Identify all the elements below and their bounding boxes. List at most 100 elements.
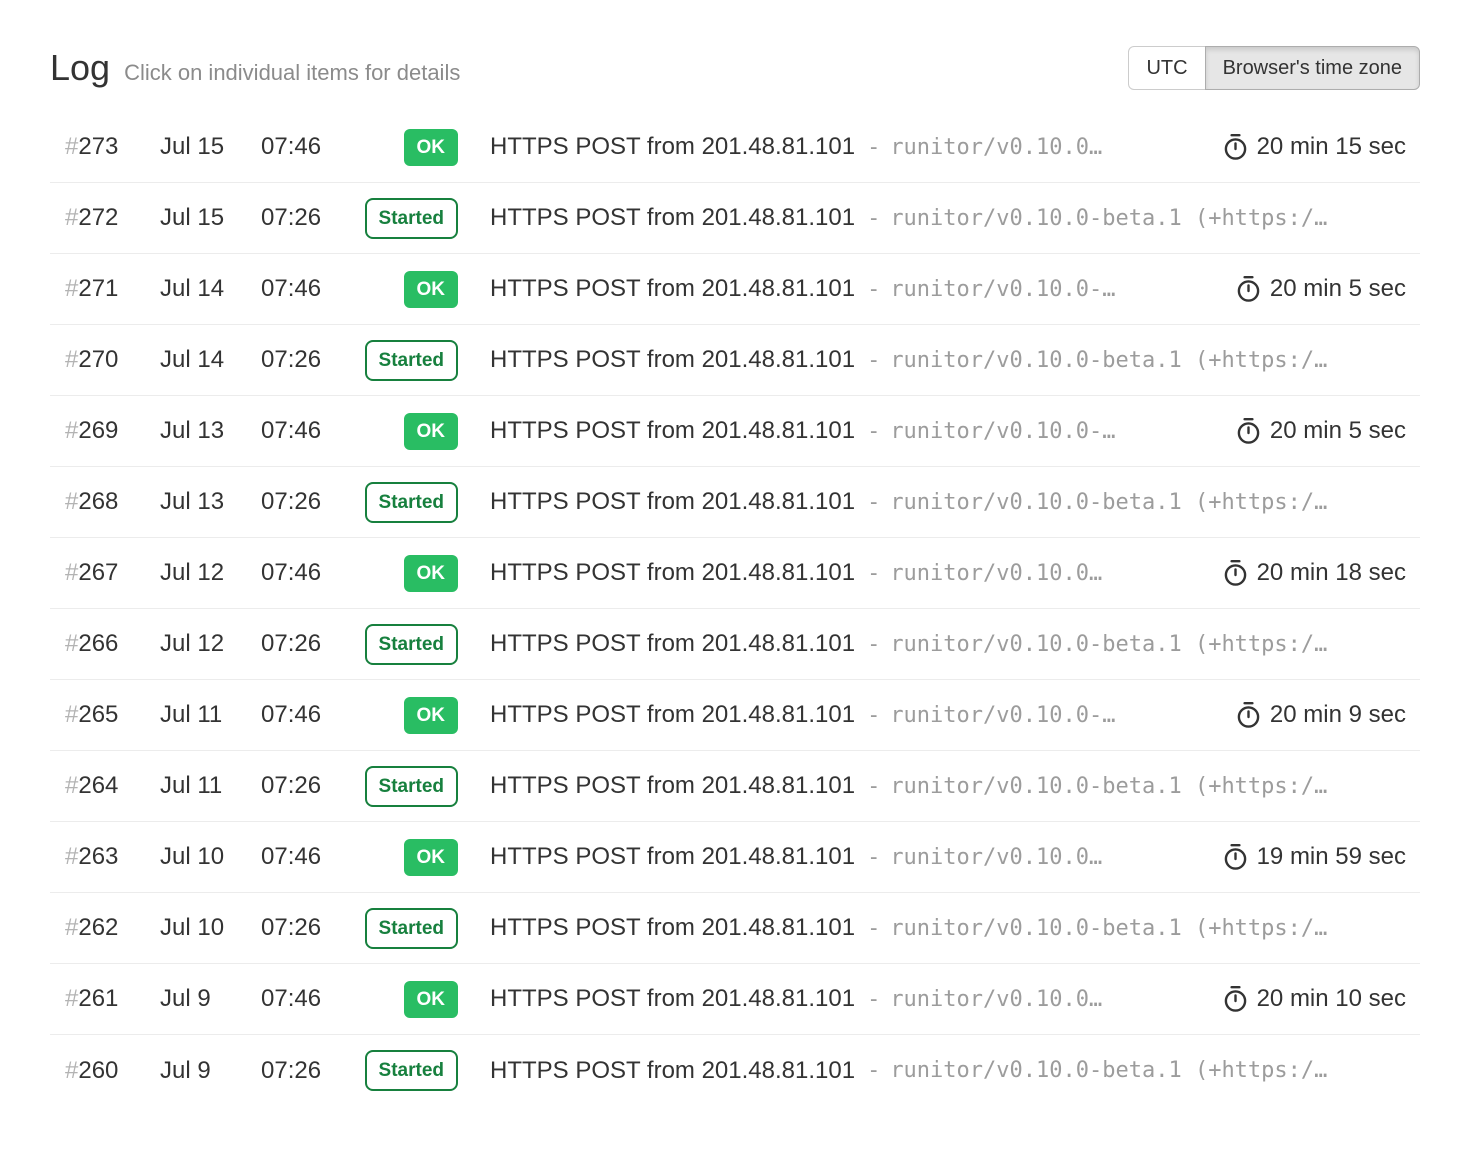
event-summary: HTTPS POST from 201.48.81.101 - runitor/… bbox=[490, 346, 1406, 374]
status-badge: OK bbox=[404, 129, 459, 166]
event-separator: - bbox=[867, 845, 880, 870]
event-id: #260 bbox=[65, 1057, 160, 1085]
event-time: 07:46 bbox=[261, 133, 353, 161]
event-date: Jul 10 bbox=[160, 843, 261, 871]
event-id-hash: # bbox=[65, 985, 78, 1012]
log-row[interactable]: #267 Jul 12 07:46 OK HTTPS POST from 201… bbox=[50, 538, 1420, 609]
event-separator: - bbox=[867, 987, 880, 1012]
event-separator: - bbox=[867, 135, 880, 160]
log-row[interactable]: #270 Jul 14 07:26 Started HTTPS POST fro… bbox=[50, 325, 1420, 396]
event-id: #261 bbox=[65, 985, 160, 1013]
event-id: #265 bbox=[65, 701, 160, 729]
event-duration: 19 min 59 sec bbox=[1199, 843, 1406, 871]
log-row[interactable]: #261 Jul 9 07:46 OK HTTPS POST from 201.… bbox=[50, 964, 1420, 1035]
event-id-number: 272 bbox=[78, 204, 118, 231]
event-id-hash: # bbox=[65, 417, 78, 444]
event-agent: runitor/v0.10.0… bbox=[890, 135, 1102, 160]
log-row[interactable]: #269 Jul 13 07:46 OK HTTPS POST from 201… bbox=[50, 396, 1420, 467]
event-summary: HTTPS POST from 201.48.81.101 - runitor/… bbox=[490, 843, 1406, 871]
status-badge-cell: Started bbox=[353, 1050, 458, 1091]
log-row[interactable]: #264 Jul 11 07:26 Started HTTPS POST fro… bbox=[50, 751, 1420, 822]
event-id-number: 263 bbox=[78, 843, 118, 870]
log-row[interactable]: #263 Jul 10 07:46 OK HTTPS POST from 201… bbox=[50, 822, 1420, 893]
event-id-number: 268 bbox=[78, 488, 118, 515]
duration-text: 20 min 9 sec bbox=[1270, 701, 1406, 729]
status-badge: OK bbox=[404, 981, 459, 1018]
event-id: #264 bbox=[65, 772, 160, 800]
event-separator: - bbox=[867, 561, 880, 586]
event-date: Jul 9 bbox=[160, 1057, 261, 1085]
event-agent: runitor/v0.10.0-beta.1 (+https:/… bbox=[890, 490, 1327, 515]
event-id: #273 bbox=[65, 133, 160, 161]
event-id: #266 bbox=[65, 630, 160, 658]
event-separator: - bbox=[867, 774, 880, 799]
event-id-hash: # bbox=[65, 346, 78, 373]
event-date: Jul 11 bbox=[160, 701, 261, 729]
event-date: Jul 12 bbox=[160, 559, 261, 587]
event-id-hash: # bbox=[65, 1057, 78, 1084]
event-agent: runitor/v0.10.0-… bbox=[890, 277, 1115, 302]
event-date: Jul 11 bbox=[160, 772, 261, 800]
timezone-utc-button[interactable]: UTC bbox=[1128, 46, 1205, 90]
status-badge: OK bbox=[404, 271, 459, 308]
status-badge-cell: OK bbox=[353, 697, 458, 734]
log-row[interactable]: #268 Jul 13 07:26 Started HTTPS POST fro… bbox=[50, 467, 1420, 538]
timezone-browser-button[interactable]: Browser's time zone bbox=[1205, 46, 1420, 90]
event-id: #272 bbox=[65, 204, 160, 232]
status-badge: Started bbox=[365, 624, 458, 665]
log-row[interactable]: #273 Jul 15 07:46 OK HTTPS POST from 201… bbox=[50, 112, 1420, 183]
event-separator: - bbox=[867, 419, 880, 444]
duration-text: 20 min 15 sec bbox=[1257, 133, 1406, 161]
event-id-number: 261 bbox=[78, 985, 118, 1012]
event-id: #263 bbox=[65, 843, 160, 871]
event-agent: runitor/v0.10.0-beta.1 (+https:/… bbox=[890, 1058, 1327, 1083]
event-duration: 20 min 9 sec bbox=[1212, 701, 1406, 729]
event-description: HTTPS POST from 201.48.81.101 bbox=[490, 701, 855, 729]
event-date: Jul 10 bbox=[160, 914, 261, 942]
event-summary: HTTPS POST from 201.48.81.101 - runitor/… bbox=[490, 772, 1406, 800]
event-summary: HTTPS POST from 201.48.81.101 - runitor/… bbox=[490, 985, 1406, 1013]
event-id-number: 267 bbox=[78, 559, 118, 586]
stopwatch-icon bbox=[1223, 843, 1248, 871]
event-duration: 20 min 15 sec bbox=[1199, 133, 1406, 161]
page-header: Log Click on individual items for detail… bbox=[50, 46, 1420, 90]
event-time: 07:26 bbox=[261, 1057, 353, 1085]
status-badge-cell: Started bbox=[353, 198, 458, 239]
event-id-hash: # bbox=[65, 772, 78, 799]
event-date: Jul 15 bbox=[160, 204, 261, 232]
event-agent: runitor/v0.10.0… bbox=[890, 561, 1102, 586]
event-id-number: 269 bbox=[78, 417, 118, 444]
log-row[interactable]: #272 Jul 15 07:26 Started HTTPS POST fro… bbox=[50, 183, 1420, 254]
status-badge-cell: Started bbox=[353, 340, 458, 381]
event-summary: HTTPS POST from 201.48.81.101 - runitor/… bbox=[490, 133, 1406, 161]
event-date: Jul 14 bbox=[160, 275, 261, 303]
event-id-hash: # bbox=[65, 630, 78, 657]
event-id: #271 bbox=[65, 275, 160, 303]
log-row[interactable]: #262 Jul 10 07:26 Started HTTPS POST fro… bbox=[50, 893, 1420, 964]
log-row[interactable]: #271 Jul 14 07:46 OK HTTPS POST from 201… bbox=[50, 254, 1420, 325]
event-description: HTTPS POST from 201.48.81.101 bbox=[490, 630, 855, 658]
event-description: HTTPS POST from 201.48.81.101 bbox=[490, 488, 855, 516]
status-badge: Started bbox=[365, 340, 458, 381]
event-time: 07:46 bbox=[261, 275, 353, 303]
status-badge-cell: Started bbox=[353, 766, 458, 807]
event-agent: runitor/v0.10.0… bbox=[890, 987, 1102, 1012]
event-agent: runitor/v0.10.0-beta.1 (+https:/… bbox=[890, 916, 1327, 941]
event-separator: - bbox=[867, 703, 880, 728]
event-agent: runitor/v0.10.0-beta.1 (+https:/… bbox=[890, 632, 1327, 657]
event-id-hash: # bbox=[65, 701, 78, 728]
event-summary: HTTPS POST from 201.48.81.101 - runitor/… bbox=[490, 275, 1406, 303]
event-time: 07:26 bbox=[261, 488, 353, 516]
event-duration: 20 min 5 sec bbox=[1212, 275, 1406, 303]
log-list: #273 Jul 15 07:46 OK HTTPS POST from 201… bbox=[50, 112, 1420, 1106]
event-time: 07:46 bbox=[261, 417, 353, 445]
event-duration: 20 min 10 sec bbox=[1199, 985, 1406, 1013]
page-subtitle: Click on individual items for details bbox=[124, 60, 460, 86]
log-row[interactable]: #266 Jul 12 07:26 Started HTTPS POST fro… bbox=[50, 609, 1420, 680]
duration-text: 20 min 18 sec bbox=[1257, 559, 1406, 587]
event-separator: - bbox=[867, 277, 880, 302]
log-row[interactable]: #260 Jul 9 07:26 Started HTTPS POST from… bbox=[50, 1035, 1420, 1106]
event-separator: - bbox=[867, 348, 880, 373]
stopwatch-icon bbox=[1223, 985, 1248, 1013]
log-row[interactable]: #265 Jul 11 07:46 OK HTTPS POST from 201… bbox=[50, 680, 1420, 751]
